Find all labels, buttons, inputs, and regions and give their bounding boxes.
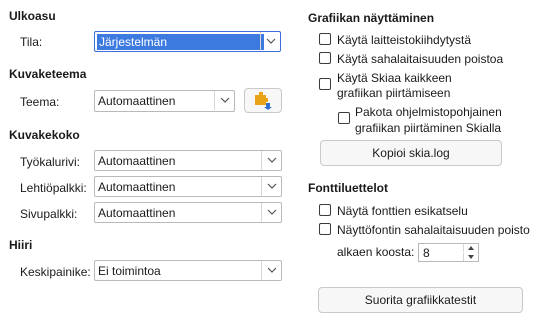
hw-accel-label: Käytä laitteistokiihdytystä (337, 33, 472, 47)
toolbar-size-value: Automaattinen (98, 154, 176, 168)
chevron-down-icon (261, 177, 281, 196)
section-title-mouse: Hiiri (9, 238, 33, 252)
skia-label-line2: grafiikan piirtämiseen (337, 86, 451, 100)
notebookbar-size-label: Lehtiöpalkki: (20, 181, 87, 195)
add-extension-button[interactable] (244, 88, 282, 113)
notebookbar-size-value: Automaattinen (98, 180, 176, 194)
from-size-value: 8 (423, 246, 430, 260)
run-graphics-tests-button[interactable]: Suorita grafiikkatestit (318, 287, 523, 313)
mode-label: Tila: (20, 35, 43, 49)
spin-up-icon[interactable] (463, 244, 478, 252)
antialias-checkbox[interactable] (319, 52, 331, 64)
chevron-down-icon (261, 203, 281, 222)
chevron-down-icon (214, 91, 234, 110)
toolbar-size-label: Työkalurivi: (20, 155, 81, 169)
section-title-font-lists: Fonttiluettelot (308, 181, 388, 195)
skia-label-line1: Käytä Skiaa kaikkeen (337, 71, 452, 85)
section-title-icon-theme: Kuvaketeema (9, 67, 87, 81)
middle-button-label: Keskipainike: (20, 265, 91, 279)
copy-skia-log-button[interactable]: Kopioi skia.log (320, 140, 502, 166)
hw-accel-checkbox[interactable] (319, 33, 331, 45)
sidebar-size-dropdown[interactable]: Automaattinen (94, 202, 282, 223)
skia-checkbox[interactable] (319, 78, 331, 90)
extension-icon (255, 92, 272, 110)
antialias-label: Käytä sahalaitaisuuden poistoa (337, 52, 504, 66)
middle-button-dropdown[interactable]: Ei toimintoa (94, 260, 282, 281)
force-skia-checkbox[interactable] (338, 112, 350, 124)
chevron-down-icon (261, 151, 281, 170)
sidebar-size-label: Sivupalkki: (20, 207, 78, 221)
middle-button-value: Ei toimintoa (98, 264, 161, 278)
section-title-graphics: Grafiikan näyttäminen (308, 11, 435, 25)
toolbar-size-dropdown[interactable]: Automaattinen (94, 150, 282, 171)
mode-dropdown[interactable]: Järjestelmän (94, 31, 281, 52)
from-size-label: alkaen koosta: (337, 245, 415, 259)
section-title-appearance: Ulkoasu (9, 9, 56, 23)
font-preview-label: Näytä fonttien esikatselu (337, 204, 468, 218)
theme-label: Teema: (20, 95, 60, 109)
force-skia-label-line1: Pakota ohjelmistopohjainen (355, 105, 502, 119)
font-antialias-checkbox[interactable] (319, 223, 331, 235)
notebookbar-size-dropdown[interactable]: Automaattinen (94, 176, 282, 197)
font-preview-checkbox[interactable] (319, 204, 331, 216)
theme-value: Automaattinen (98, 94, 176, 108)
section-title-icon-size: Kuvakekoko (9, 128, 80, 142)
from-size-spinner[interactable]: 8 (418, 243, 479, 262)
force-skia-label-line2: grafiikan piirtäminen Skialla (355, 121, 502, 135)
spin-down-icon[interactable] (463, 253, 478, 261)
chevron-down-icon (260, 32, 280, 51)
mode-value: Järjestelmän (97, 34, 264, 50)
theme-dropdown[interactable]: Automaattinen (94, 90, 235, 112)
chevron-down-icon (261, 261, 281, 280)
sidebar-size-value: Automaattinen (98, 206, 176, 220)
font-antialias-label: Näyttöfontin sahalaitaisuuden poisto (337, 223, 530, 237)
